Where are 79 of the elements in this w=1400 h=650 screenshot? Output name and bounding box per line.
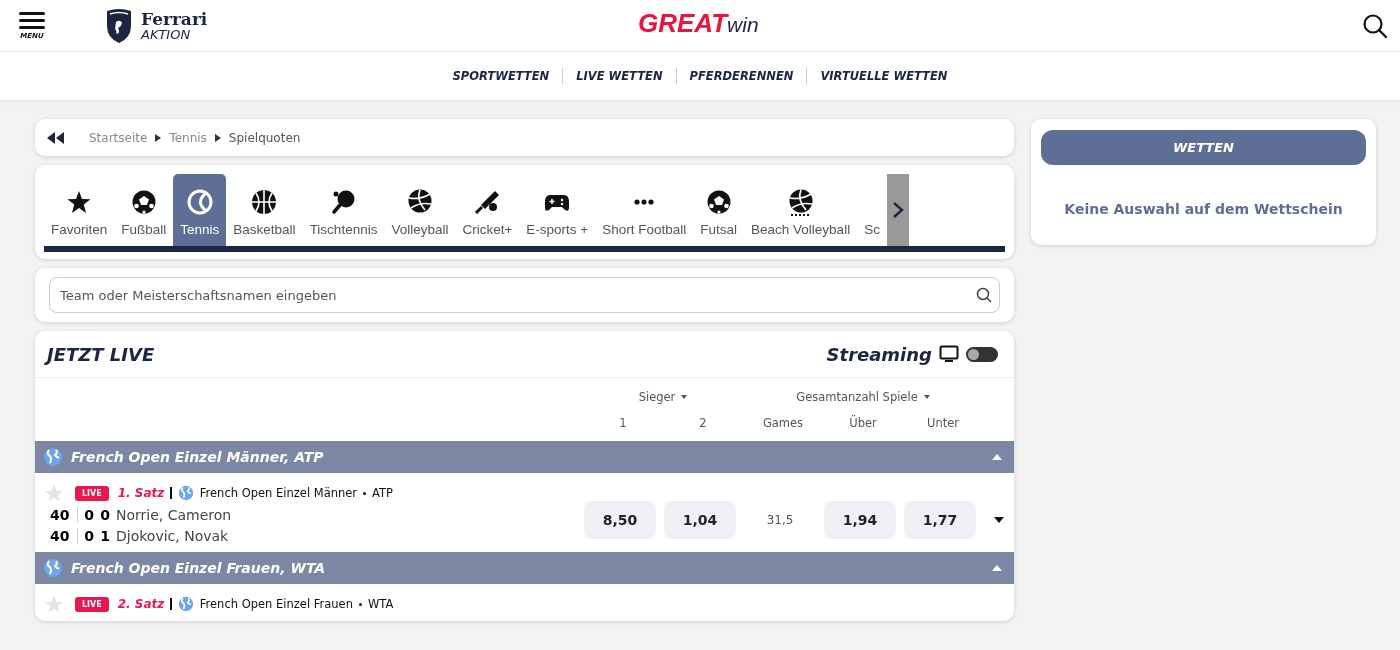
live-badge: LIVE xyxy=(75,596,109,612)
cricket-bat-icon xyxy=(473,188,502,216)
sport-tab[interactable]: Favoriten xyxy=(44,174,115,246)
nav-link[interactable]: LIVE WETTEN xyxy=(576,69,663,83)
tour-name: ATP xyxy=(372,486,394,500)
points-score: 40 xyxy=(50,506,78,523)
search-field[interactable]: Team oder Meisterschaftsnamen eingeben xyxy=(49,277,1000,313)
column-header: Über xyxy=(848,415,878,430)
player-name[interactable]: Norrie, Cameron xyxy=(116,506,232,523)
competition-name[interactable]: French Open Einzel Männer xyxy=(199,486,358,500)
back-icon[interactable] xyxy=(47,131,65,144)
sport-tab[interactable]: Fußball xyxy=(114,174,174,246)
globe-icon xyxy=(177,596,194,612)
sport-tab[interactable]: E-sports + xyxy=(519,174,596,246)
tour-name: WTA xyxy=(367,597,394,611)
sets-score: 0 xyxy=(100,506,110,523)
collapse-caret-icon[interactable] xyxy=(992,454,1002,460)
streaming-label: Streaming xyxy=(826,343,932,365)
sport-tab[interactable]: Cricket+ xyxy=(455,174,520,246)
globe-icon xyxy=(43,447,63,467)
empty-betslip-message: Keine Auswahl auf dem Wettschein xyxy=(1064,201,1343,217)
live-badge: LIVE xyxy=(75,485,109,501)
odds-button[interactable]: 1,94 xyxy=(824,501,896,539)
period-label: 2. Satz xyxy=(117,597,165,611)
league-name: French Open Einzel Männer, ATP xyxy=(71,449,325,465)
points-score: 40 xyxy=(50,527,78,544)
sport-tab[interactable]: Volleyball xyxy=(384,174,456,246)
competition-name[interactable]: French Open Einzel Frauen xyxy=(199,597,353,611)
games-line: 31,5 xyxy=(765,513,795,527)
games-score: 0 xyxy=(84,506,94,523)
nav-link[interactable]: PFERDERENNEN xyxy=(689,69,794,83)
column-header: Games xyxy=(761,415,805,430)
sport-tab[interactable]: Sc xyxy=(857,174,887,246)
odds-button[interactable]: 8,50 xyxy=(584,501,656,539)
breadcrumb-link[interactable]: Startseite xyxy=(89,130,148,145)
expand-caret-icon[interactable] xyxy=(994,517,1004,523)
chevron-right-icon xyxy=(891,201,904,219)
bet-button[interactable]: WETTEN xyxy=(1041,130,1366,165)
sport-tab[interactable]: Tennis xyxy=(173,174,227,246)
odds-button[interactable]: 1,77 xyxy=(904,501,976,539)
market-dropdown[interactable]: Sieger xyxy=(583,389,743,404)
shield-logo-icon xyxy=(105,7,133,44)
sport-tab[interactable]: Short Football xyxy=(595,174,694,246)
odds-button[interactable]: 1,04 xyxy=(664,501,736,539)
player-name[interactable]: Djokovic, Novak xyxy=(116,527,229,544)
column-header: 2 xyxy=(698,415,708,430)
sport-tab[interactable]: Basketball xyxy=(226,174,303,246)
period-label: 1. Satz xyxy=(117,486,165,500)
globe-icon xyxy=(43,558,63,578)
globe-icon xyxy=(177,485,194,501)
search-icon[interactable] xyxy=(1362,12,1388,39)
league-header[interactable]: French Open Einzel Frauen, WTA xyxy=(35,552,1014,584)
games-score: 0 xyxy=(84,527,94,544)
league-name: French Open Einzel Frauen, WTA xyxy=(71,560,327,576)
league-header[interactable]: French Open Einzel Männer, ATP xyxy=(35,441,1014,473)
monitor-icon xyxy=(939,345,959,363)
column-header: 1 xyxy=(618,415,628,430)
menu-icon xyxy=(19,11,45,30)
scroll-right-button[interactable] xyxy=(886,174,909,246)
site-logo[interactable]: GREATwin xyxy=(638,8,759,39)
nav-link[interactable]: VIRTUELLE WETTEN xyxy=(820,69,948,83)
collapse-caret-icon[interactable] xyxy=(992,565,1002,571)
nav-link[interactable]: SPORTWETTEN xyxy=(452,69,550,83)
ball-icon xyxy=(250,188,279,216)
brand-name: Ferrari xyxy=(141,10,208,28)
brand-subtitle: AKTION xyxy=(141,27,192,41)
streaming-toggle[interactable] xyxy=(966,346,998,362)
sport-tab[interactable]: Futsal xyxy=(693,174,745,246)
breadcrumb-link[interactable]: Tennis xyxy=(169,130,207,145)
breadcrumb-separator-icon xyxy=(214,133,221,142)
sport-tab[interactable]: Tischtennis xyxy=(302,174,385,246)
sets-score: 1 xyxy=(100,527,110,544)
column-header: Unter xyxy=(926,415,960,430)
market-dropdown[interactable]: Gesamtanzahl Spiele xyxy=(743,389,983,404)
sport-tab[interactable]: Beach Volleyball xyxy=(744,174,858,246)
search-icon[interactable] xyxy=(976,287,992,303)
ball-icon xyxy=(185,188,214,216)
breadcrumb-link[interactable]: Spielquoten xyxy=(228,130,301,145)
breadcrumb-separator-icon xyxy=(155,133,162,142)
